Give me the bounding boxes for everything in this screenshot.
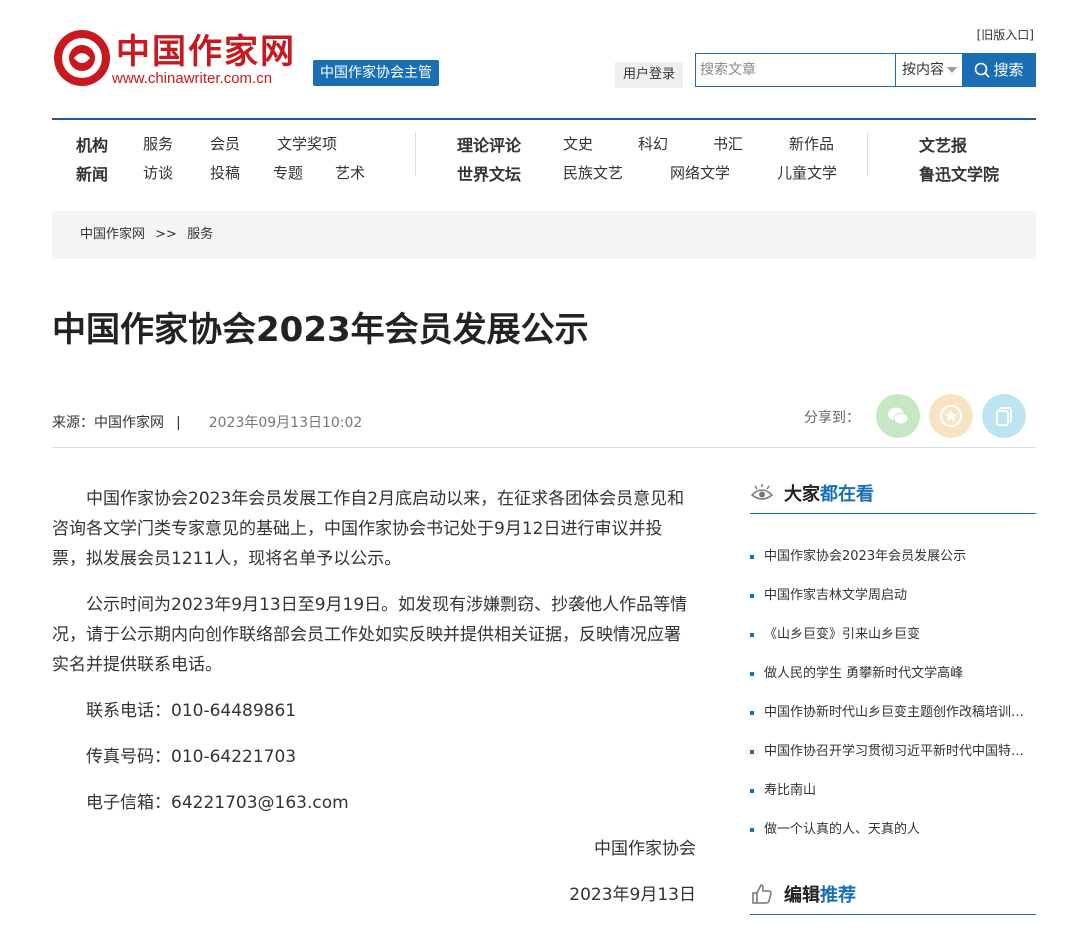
nav-item[interactable]: 机构 bbox=[76, 132, 108, 156]
star-icon bbox=[940, 405, 962, 427]
writers-association-emblem-icon bbox=[54, 30, 110, 86]
thumbs-up-icon bbox=[752, 884, 772, 904]
breadcrumb-home[interactable]: 中国作家网 bbox=[80, 227, 145, 242]
nav-separator bbox=[867, 132, 868, 176]
nav-item[interactable]: 书汇 bbox=[713, 133, 743, 154]
article-paragraph: 中国作家协会2023年会员发展工作自2月底启动以来，在征求各团体会员意见和咨询各… bbox=[52, 489, 685, 569]
supervisor-badge: 中国作家协会主管 bbox=[313, 60, 439, 86]
nav-item[interactable]: 民族文艺 bbox=[563, 162, 623, 183]
search-button-label: 搜索 bbox=[993, 61, 1024, 79]
site-logo[interactable]: 中国作家网 www.chinawriter.com.cn bbox=[52, 22, 312, 92]
nav-item[interactable]: 会员 bbox=[210, 133, 240, 154]
nav-item[interactable]: 鲁迅文学院 bbox=[919, 161, 999, 185]
meta-divider bbox=[52, 447, 1036, 448]
old-version-link[interactable]: [旧版入口] bbox=[977, 26, 1034, 43]
wechat-icon bbox=[888, 407, 909, 425]
logo-url: www.chinawriter.com.cn bbox=[112, 70, 273, 87]
nav-item[interactable]: 儿童文学 bbox=[777, 162, 837, 183]
nav-item[interactable]: 文史 bbox=[563, 133, 593, 154]
search-scope-select[interactable]: 按内容 bbox=[895, 53, 962, 87]
nav-divider bbox=[52, 118, 1036, 120]
nav-item[interactable]: 新作品 bbox=[789, 133, 834, 154]
eye-icon bbox=[750, 484, 774, 500]
recommend-title-b: 推荐 bbox=[820, 885, 856, 906]
search-input[interactable] bbox=[695, 53, 895, 87]
popular-title-b: 都在看 bbox=[820, 484, 874, 505]
nav-item[interactable]: 服务 bbox=[143, 133, 173, 154]
article-meta: 来源：中国作家网 | 2023年09月13日10:02 bbox=[52, 412, 362, 432]
copy-icon bbox=[996, 407, 1012, 426]
nav-item[interactable]: 投稿 bbox=[210, 162, 240, 183]
breadcrumb-current[interactable]: 服务 bbox=[187, 227, 213, 242]
nav-item[interactable]: 专题 bbox=[273, 162, 303, 183]
logo-title: 中国作家网 bbox=[116, 32, 296, 72]
contact-phone: 联系电话：010-64489861 bbox=[86, 701, 297, 721]
nav-item[interactable]: 文学奖项 bbox=[277, 133, 337, 154]
article-date: 2023年09月13日10:02 bbox=[208, 415, 363, 431]
list-item[interactable]: 中国作家吉林文学周启动 bbox=[750, 576, 1036, 615]
share-favorite-button[interactable] bbox=[929, 394, 973, 438]
article-sign-date: 2023年9月13日 bbox=[569, 885, 696, 905]
share-wechat-button[interactable] bbox=[876, 394, 920, 438]
page-title: 中国作家协会2023年会员发展公示 bbox=[52, 310, 589, 350]
contact-fax: 传真号码：010-64221703 bbox=[86, 747, 297, 767]
list-item[interactable]: 中国作协新时代山乡巨变主题创作改稿培训班开班 bbox=[750, 693, 1036, 732]
nav-separator bbox=[415, 132, 416, 176]
breadcrumb-separator: >> bbox=[155, 227, 177, 242]
popular-title-a: 大家 bbox=[784, 484, 820, 505]
share-copy-button[interactable] bbox=[982, 394, 1026, 438]
list-item[interactable]: 做人民的学生 勇攀新时代文学高峰 bbox=[750, 654, 1036, 693]
recommend-title-a: 编辑 bbox=[784, 885, 820, 906]
popular-title: 大家都在看 bbox=[784, 480, 874, 506]
contact-email: 电子信箱：64221703@163.com bbox=[86, 793, 349, 813]
article-signature: 中国作家协会 bbox=[594, 839, 696, 859]
search-button[interactable]: 搜索 bbox=[962, 53, 1036, 87]
search-icon bbox=[975, 62, 991, 78]
list-item[interactable]: 做一个认真的人、天真的人 bbox=[750, 810, 1036, 849]
article-body: 中国作家协会2023年会员发展工作自2月底启动以来，在征求各团体会员意见和咨询各… bbox=[52, 484, 696, 926]
main-nav: 机构 服务 会员 文学奖项 理论评论 文史 科幻 书汇 新作品 文艺报 新闻 访… bbox=[52, 128, 1036, 188]
nav-item[interactable]: 新闻 bbox=[76, 161, 108, 185]
breadcrumb: 中国作家网 >> 服务 bbox=[52, 211, 1036, 259]
list-item[interactable]: 寿比南山 bbox=[750, 771, 1036, 810]
nav-item[interactable]: 访谈 bbox=[143, 162, 173, 183]
list-item[interactable]: 中国作家协会2023年会员发展公示 bbox=[750, 537, 1036, 576]
popular-list: 中国作家协会2023年会员发展公示 中国作家吉林文学周启动 《山乡巨变》引来山乡… bbox=[750, 537, 1036, 849]
nav-item[interactable]: 世界文坛 bbox=[457, 161, 521, 185]
recommend-header: 编辑推荐 bbox=[750, 881, 1036, 915]
meta-separator: | bbox=[176, 415, 181, 431]
nav-item[interactable]: 文艺报 bbox=[919, 132, 967, 156]
list-item[interactable]: 中国作协召开学习贯彻习近平新时代中国特色社会主义思想主题教育 bbox=[750, 732, 1036, 771]
login-button[interactable]: 用户登录 bbox=[615, 62, 684, 88]
recommend-title: 编辑推荐 bbox=[784, 881, 856, 907]
list-item[interactable]: 《山乡巨变》引来山乡巨变 bbox=[750, 615, 1036, 654]
nav-item[interactable]: 艺术 bbox=[335, 162, 365, 183]
nav-item[interactable]: 理论评论 bbox=[457, 132, 521, 156]
nav-item[interactable]: 网络文学 bbox=[670, 162, 730, 183]
share-label: 分享到： bbox=[804, 410, 860, 426]
search-scope-label: 按内容 bbox=[902, 62, 944, 78]
article-source: 来源：中国作家网 bbox=[52, 415, 164, 431]
nav-item[interactable]: 科幻 bbox=[638, 133, 668, 154]
article-paragraph: 公示时间为2023年9月13日至9月19日。如发现有涉嫌剽窃、抄袭他人作品等情况… bbox=[52, 595, 688, 675]
popular-header: 大家都在看 bbox=[750, 480, 1036, 514]
caret-down-icon bbox=[947, 67, 957, 73]
